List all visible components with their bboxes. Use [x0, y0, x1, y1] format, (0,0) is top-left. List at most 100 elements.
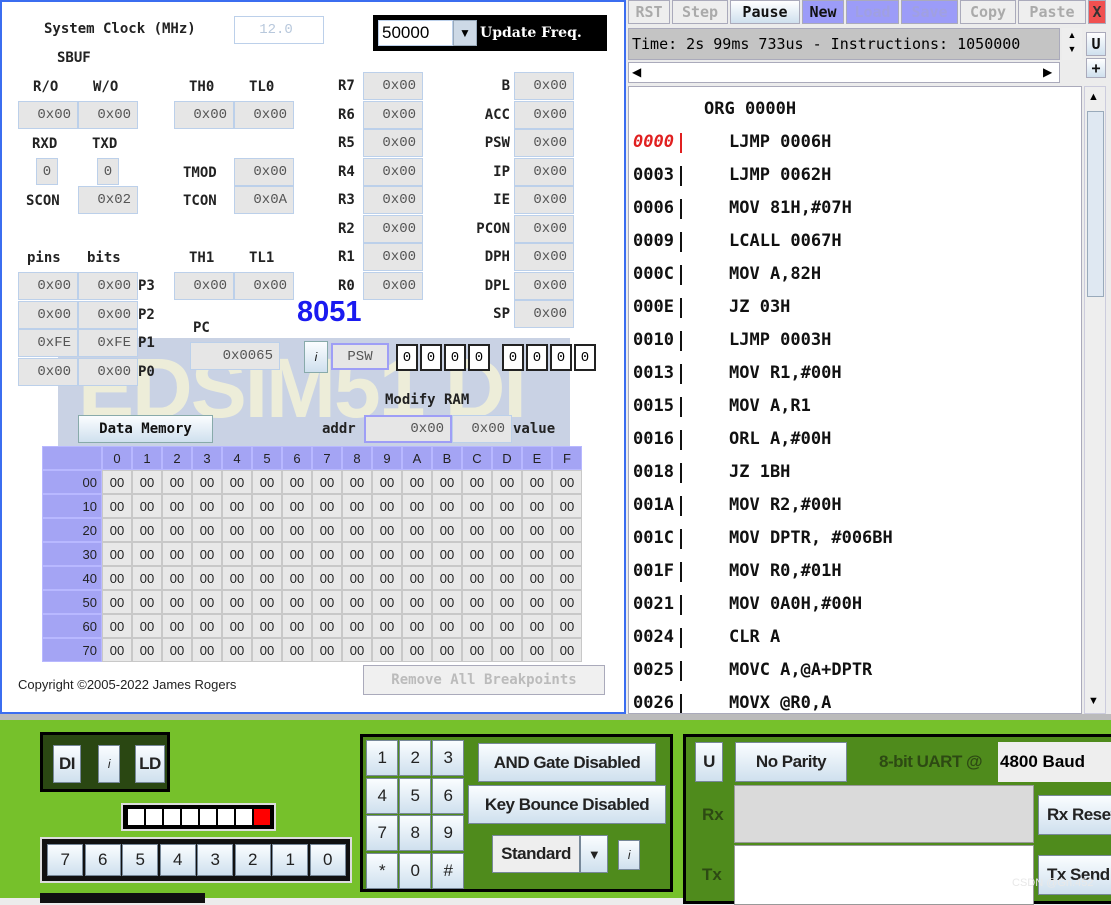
memory-cell[interactable]: 00: [552, 614, 582, 638]
memory-cell[interactable]: 00: [132, 638, 162, 662]
memory-cell[interactable]: 00: [372, 494, 402, 518]
toolbar-step-button[interactable]: Step: [672, 0, 728, 24]
plus-button[interactable]: +: [1086, 58, 1106, 78]
psw-bit[interactable]: 0: [468, 344, 490, 371]
code-line[interactable]: 0010 LJMP 0003H: [629, 330, 1081, 354]
memory-cell[interactable]: 00: [132, 494, 162, 518]
memory-cell[interactable]: 00: [552, 470, 582, 494]
memory-cell[interactable]: 00: [192, 518, 222, 542]
timer1-0-value[interactable]: 0x00: [174, 272, 234, 300]
switch-6[interactable]: 6: [84, 844, 121, 876]
memory-cell[interactable]: 00: [102, 638, 132, 662]
system-clock-input[interactable]: 12.0: [234, 16, 324, 44]
memory-cell[interactable]: 00: [462, 590, 492, 614]
memory-cell[interactable]: 00: [552, 494, 582, 518]
psw-bit[interactable]: 0: [444, 344, 466, 371]
memory-cell[interactable]: 00: [492, 470, 522, 494]
memory-cell[interactable]: 00: [252, 542, 282, 566]
memory-cell[interactable]: 00: [552, 518, 582, 542]
timer0-0-value[interactable]: 0x00: [174, 101, 234, 129]
timer1-1-value[interactable]: 0x00: [234, 272, 294, 300]
scroll-thumb[interactable]: [1087, 111, 1104, 297]
sbuf-1-value[interactable]: 0x00: [78, 101, 138, 129]
code-line[interactable]: 0016 ORL A,#00H: [629, 429, 1081, 453]
switch-5[interactable]: 5: [122, 844, 158, 876]
memory-cell[interactable]: 00: [222, 470, 252, 494]
sfr-IE-value[interactable]: 0x00: [514, 186, 574, 214]
psw-bit[interactable]: 0: [502, 344, 524, 371]
memory-cell[interactable]: 00: [222, 494, 252, 518]
scroll-right-icon[interactable]: ▶: [1043, 65, 1052, 79]
horizontal-scrollbar[interactable]: ◀ ▶: [628, 62, 1060, 83]
memory-cell[interactable]: 00: [222, 638, 252, 662]
register-R4-value[interactable]: 0x00: [363, 157, 423, 186]
update-freq-select[interactable]: 50000: [378, 20, 453, 46]
addr-input[interactable]: 0x00: [364, 415, 452, 443]
txd-value[interactable]: 0: [97, 158, 119, 185]
code-line[interactable]: 000C MOV A,82H: [629, 264, 1081, 288]
memory-cell[interactable]: 00: [252, 614, 282, 638]
info-button-bottom[interactable]: i: [98, 745, 120, 783]
scroll-left-icon[interactable]: ◀: [632, 65, 641, 79]
port-P3-pins[interactable]: 0x00: [18, 272, 78, 300]
memory-cell[interactable]: 00: [402, 566, 432, 590]
toolbar-copy-button[interactable]: Copy: [960, 0, 1016, 24]
code-line[interactable]: 0003 LJMP 0062H: [629, 165, 1081, 189]
memory-cell[interactable]: 00: [372, 638, 402, 662]
memory-cell[interactable]: 00: [312, 590, 342, 614]
port-P2-bits[interactable]: 0x00: [78, 300, 138, 329]
memory-cell[interactable]: 00: [342, 542, 372, 566]
keypad-key-9[interactable]: 9: [432, 815, 464, 851]
memory-cell[interactable]: 00: [342, 470, 372, 494]
memory-cell[interactable]: 00: [342, 590, 372, 614]
memory-cell[interactable]: 00: [222, 590, 252, 614]
keypad-key-3[interactable]: 3: [432, 740, 464, 776]
memory-cell[interactable]: 00: [402, 494, 432, 518]
port-P3-bits[interactable]: 0x00: [78, 272, 138, 300]
code-line[interactable]: 0018 JZ 1BH: [629, 462, 1081, 486]
memory-cell[interactable]: 00: [192, 542, 222, 566]
memory-cell[interactable]: 00: [162, 518, 192, 542]
memory-cell[interactable]: 00: [342, 494, 372, 518]
tcon-value[interactable]: 0x0A: [234, 186, 294, 214]
memory-cell[interactable]: 00: [492, 542, 522, 566]
memory-cell[interactable]: 00: [402, 590, 432, 614]
memory-cell[interactable]: 00: [402, 470, 432, 494]
memory-cell[interactable]: 00: [222, 518, 252, 542]
info-button[interactable]: i: [304, 341, 328, 373]
memory-cell[interactable]: 00: [312, 638, 342, 662]
sfr-DPH-value[interactable]: 0x00: [514, 243, 574, 271]
register-R7-value[interactable]: 0x00: [363, 72, 423, 100]
memory-cell[interactable]: 00: [282, 470, 312, 494]
memory-cell[interactable]: 00: [492, 638, 522, 662]
toolbar-load-button[interactable]: Load: [846, 0, 899, 24]
keypad-mode-select[interactable]: Standard: [492, 835, 580, 873]
memory-cell[interactable]: 00: [132, 470, 162, 494]
memory-cell[interactable]: 00: [552, 590, 582, 614]
memory-cell[interactable]: 00: [522, 470, 552, 494]
memory-cell[interactable]: 00: [432, 566, 462, 590]
data-memory-button[interactable]: Data Memory: [78, 415, 213, 443]
memory-cell[interactable]: 00: [492, 518, 522, 542]
sfr-PSW-value[interactable]: 0x00: [514, 129, 574, 157]
register-R2-value[interactable]: 0x00: [363, 214, 423, 243]
memory-cell[interactable]: 00: [462, 614, 492, 638]
toolbar-paste-button[interactable]: Paste: [1018, 0, 1086, 24]
memory-cell[interactable]: 00: [462, 470, 492, 494]
toolbar-pause-button[interactable]: Pause: [730, 0, 800, 24]
code-line[interactable]: 000E JZ 03H: [629, 297, 1081, 321]
psw-bit[interactable]: 0: [574, 344, 596, 371]
register-R5-value[interactable]: 0x00: [363, 129, 423, 157]
memory-cell[interactable]: 00: [132, 590, 162, 614]
memory-cell[interactable]: 00: [312, 566, 342, 590]
memory-cell[interactable]: 00: [462, 494, 492, 518]
memory-cell[interactable]: 00: [222, 614, 252, 638]
code-line[interactable]: 0000 LJMP 0006H: [629, 132, 1081, 156]
memory-cell[interactable]: 00: [522, 518, 552, 542]
switch-2[interactable]: 2: [234, 844, 271, 876]
memory-cell[interactable]: 00: [132, 566, 162, 590]
memory-cell[interactable]: 00: [342, 518, 372, 542]
memory-cell[interactable]: 00: [282, 494, 312, 518]
memory-cell[interactable]: 00: [252, 590, 282, 614]
memory-cell[interactable]: 00: [552, 542, 582, 566]
